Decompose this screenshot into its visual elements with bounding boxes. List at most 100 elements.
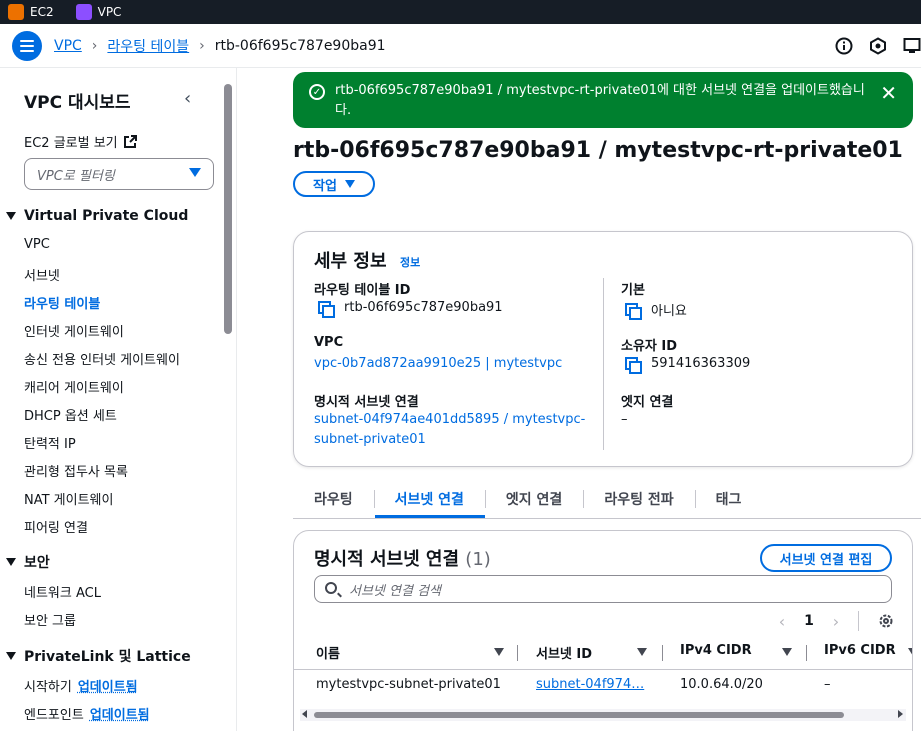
caret-down-icon [6,212,16,220]
caret-down-icon [6,558,16,566]
sidebar-item-carrier-gateways[interactable]: 캐리어 게이트웨이 [24,377,124,396]
sidebar-item-internet-gateways[interactable]: 인터넷 게이트웨이 [24,321,124,340]
ec2-global-view-link[interactable]: EC2 글로벌 보기 [24,132,137,151]
explicit-subnet-associations-panel: 명시적 서브넷 연결 (1) 서브넷 연결 편집 서브넷 연결 검색 ‹ 1 ›… [293,530,913,731]
column-header-name[interactable]: 이름 [316,643,504,662]
details-panel: 세부 정보 정보 라우팅 테이블 ID rtb-06f695c787e90ba9… [293,231,913,467]
horizontal-scrollbar[interactable] [314,712,844,718]
table-title: 명시적 서브넷 연결 (1) [314,545,491,571]
column-header-label: 서브넷 ID [536,647,593,662]
sidebar-item-nat-gateways[interactable]: NAT 게이트웨이 [24,489,113,508]
column-header-ipv4-cidr[interactable]: IPv4 CIDR [680,643,792,658]
column-divider [662,645,663,661]
sidebar-item-network-acls[interactable]: 네트워크 ACL [24,582,101,601]
page-number[interactable]: 1 [792,613,826,629]
tab-tags[interactable]: 태그 [694,480,763,518]
cell-name: mytestvpc-subnet-private01 [316,677,501,692]
feedback-icon[interactable] [869,37,887,55]
pagination: ‹ 1 › [772,611,895,631]
pager-divider [858,611,859,631]
sidebar-item-label: 시작하기 [24,680,72,695]
scroll-right-icon[interactable] [898,710,903,718]
vpc-filter-select[interactable]: VPC로 필터링 [24,158,214,190]
scroll-left-icon[interactable] [302,710,307,718]
column-header-ipv6-cidr[interactable]: IPv6 CIDR [824,643,912,658]
sidebar: VPC 대시보드 ‹ EC2 글로벌 보기 VPC로 필터링 Virtual P… [0,68,237,731]
success-check-icon: ✓ [309,84,325,100]
flash-message: rtb-06f695c787e90ba91 / mytestvpc-rt-pri… [335,83,865,118]
info-icon[interactable] [835,37,853,55]
explicit-subnet-label: 명시적 서브넷 연결 [314,395,419,410]
tab-route-propagation[interactable]: 라우팅 전파 [583,480,694,518]
tab-subnet-associations[interactable]: 서브넷 연결 [373,480,486,518]
sidebar-item-endpoints[interactable]: 엔드포인트 업데이트됨 [24,704,150,723]
sidebar-item-elastic-ips[interactable]: 탄력적 IP [24,433,76,452]
tab-routes[interactable]: 라우팅 [293,480,374,518]
screen-icon[interactable] [903,37,921,55]
sidebar-item-subnets[interactable]: 서브넷 [24,265,60,284]
column-header-label: IPv6 CIDR [824,643,896,658]
service-ec2[interactable]: EC2 [8,4,54,20]
sidebar-item-dhcp-options[interactable]: DHCP 옵션 세트 [24,405,117,424]
menu-button[interactable] [12,30,42,61]
search-placeholder: 서브넷 연결 검색 [349,583,441,599]
explicit-subnet-link[interactable]: subnet-04f974ae401dd5895 / mytestvpc- [314,412,585,427]
route-table-id-value: rtb-06f695c787e90ba91 [318,300,503,318]
column-header-subnet-id[interactable]: 서브넷 ID [536,643,647,662]
service-vpc-label: VPC [97,5,122,19]
actions-button[interactable]: 작업 [293,171,375,197]
section-virtual-private-cloud[interactable]: Virtual Private Cloud [6,208,188,224]
column-header-label: 이름 [316,647,340,662]
section-privatelink[interactable]: PrivateLink 및 Lattice [6,646,191,666]
copy-icon[interactable] [318,300,335,318]
owner-id-label: 소유자 ID [621,339,678,354]
close-icon[interactable]: ✕ [880,81,897,105]
owner-id-text: 591416363309 [651,356,751,371]
tab-edge-associations[interactable]: 엣지 연결 [484,480,583,518]
breadcrumb-vpc[interactable]: VPC [54,38,82,54]
tabs: 라우팅 서브넷 연결 엣지 연결 라우팅 전파 태그 [293,480,762,518]
settings-gear-icon[interactable] [877,612,895,630]
explicit-subnet-link-cont[interactable]: subnet-private01 [314,432,426,447]
sidebar-item-security-groups[interactable]: 보안 그룹 [24,610,76,629]
edit-subnet-associations-button[interactable]: 서브넷 연결 편집 [760,544,892,572]
sidebar-item-label: 엔드포인트 [24,708,84,723]
breadcrumb-bar: VPC › 라우팅 테이블 › rtb-06f695c787e90ba91 [0,24,921,68]
vpc-icon [75,4,92,20]
external-link-icon [123,134,137,148]
breadcrumb-route-tables[interactable]: 라우팅 테이블 [107,36,189,56]
sidebar-item-egress-only-igw[interactable]: 송신 전용 인터넷 게이트웨이 [24,349,180,368]
services-bar: EC2 VPC [0,0,921,24]
collapse-sidebar-icon[interactable]: ‹ [184,88,191,109]
chevron-left-icon[interactable]: ‹ [772,612,792,631]
sidebar-item-prefix-lists[interactable]: 관리형 접두사 목록 [24,461,128,480]
caret-down-icon [6,652,16,660]
vpc-link[interactable]: vpc-0b7ad872aa9910e25 | mytestvpc [314,356,562,371]
header-divider [294,669,912,670]
table-count: (1) [465,549,491,570]
main-content: ✓ rtb-06f695c787e90ba91 / mytestvpc-rt-p… [237,68,921,731]
vpc-filter-placeholder: VPC로 필터링 [37,168,115,184]
service-ec2-label: EC2 [30,5,54,19]
sidebar-item-getting-started[interactable]: 시작하기 업데이트됨 [24,676,138,695]
breadcrumb-current: rtb-06f695c787e90ba91 [214,37,386,54]
service-vpc[interactable]: VPC [75,4,122,20]
cell-subnet-id-link[interactable]: subnet-04f974… [536,677,644,692]
main-value: 아니요 [625,300,687,320]
sidebar-item-route-tables[interactable]: 라우팅 테이블 [24,293,100,312]
sidebar-item-peering[interactable]: 피어링 연결 [24,517,88,536]
info-link[interactable]: 정보 [400,254,420,270]
cell-ipv6-cidr: – [824,677,831,692]
subnet-association-search-input[interactable]: 서브넷 연결 검색 [314,575,892,603]
copy-icon[interactable] [625,302,642,320]
chevron-right-icon: › [91,37,98,54]
sidebar-scrollbar[interactable] [224,84,232,334]
section-security[interactable]: 보안 [6,552,50,572]
copy-icon[interactable] [625,356,642,374]
column-header-label: IPv4 CIDR [680,643,752,658]
chevron-right-icon[interactable]: › [826,612,846,631]
owner-id-value: 591416363309 [625,356,751,374]
sidebar-title[interactable]: VPC 대시보드 [24,88,131,113]
sidebar-item-vpc[interactable]: VPC [24,237,50,252]
section-title: PrivateLink 및 Lattice [24,649,191,665]
